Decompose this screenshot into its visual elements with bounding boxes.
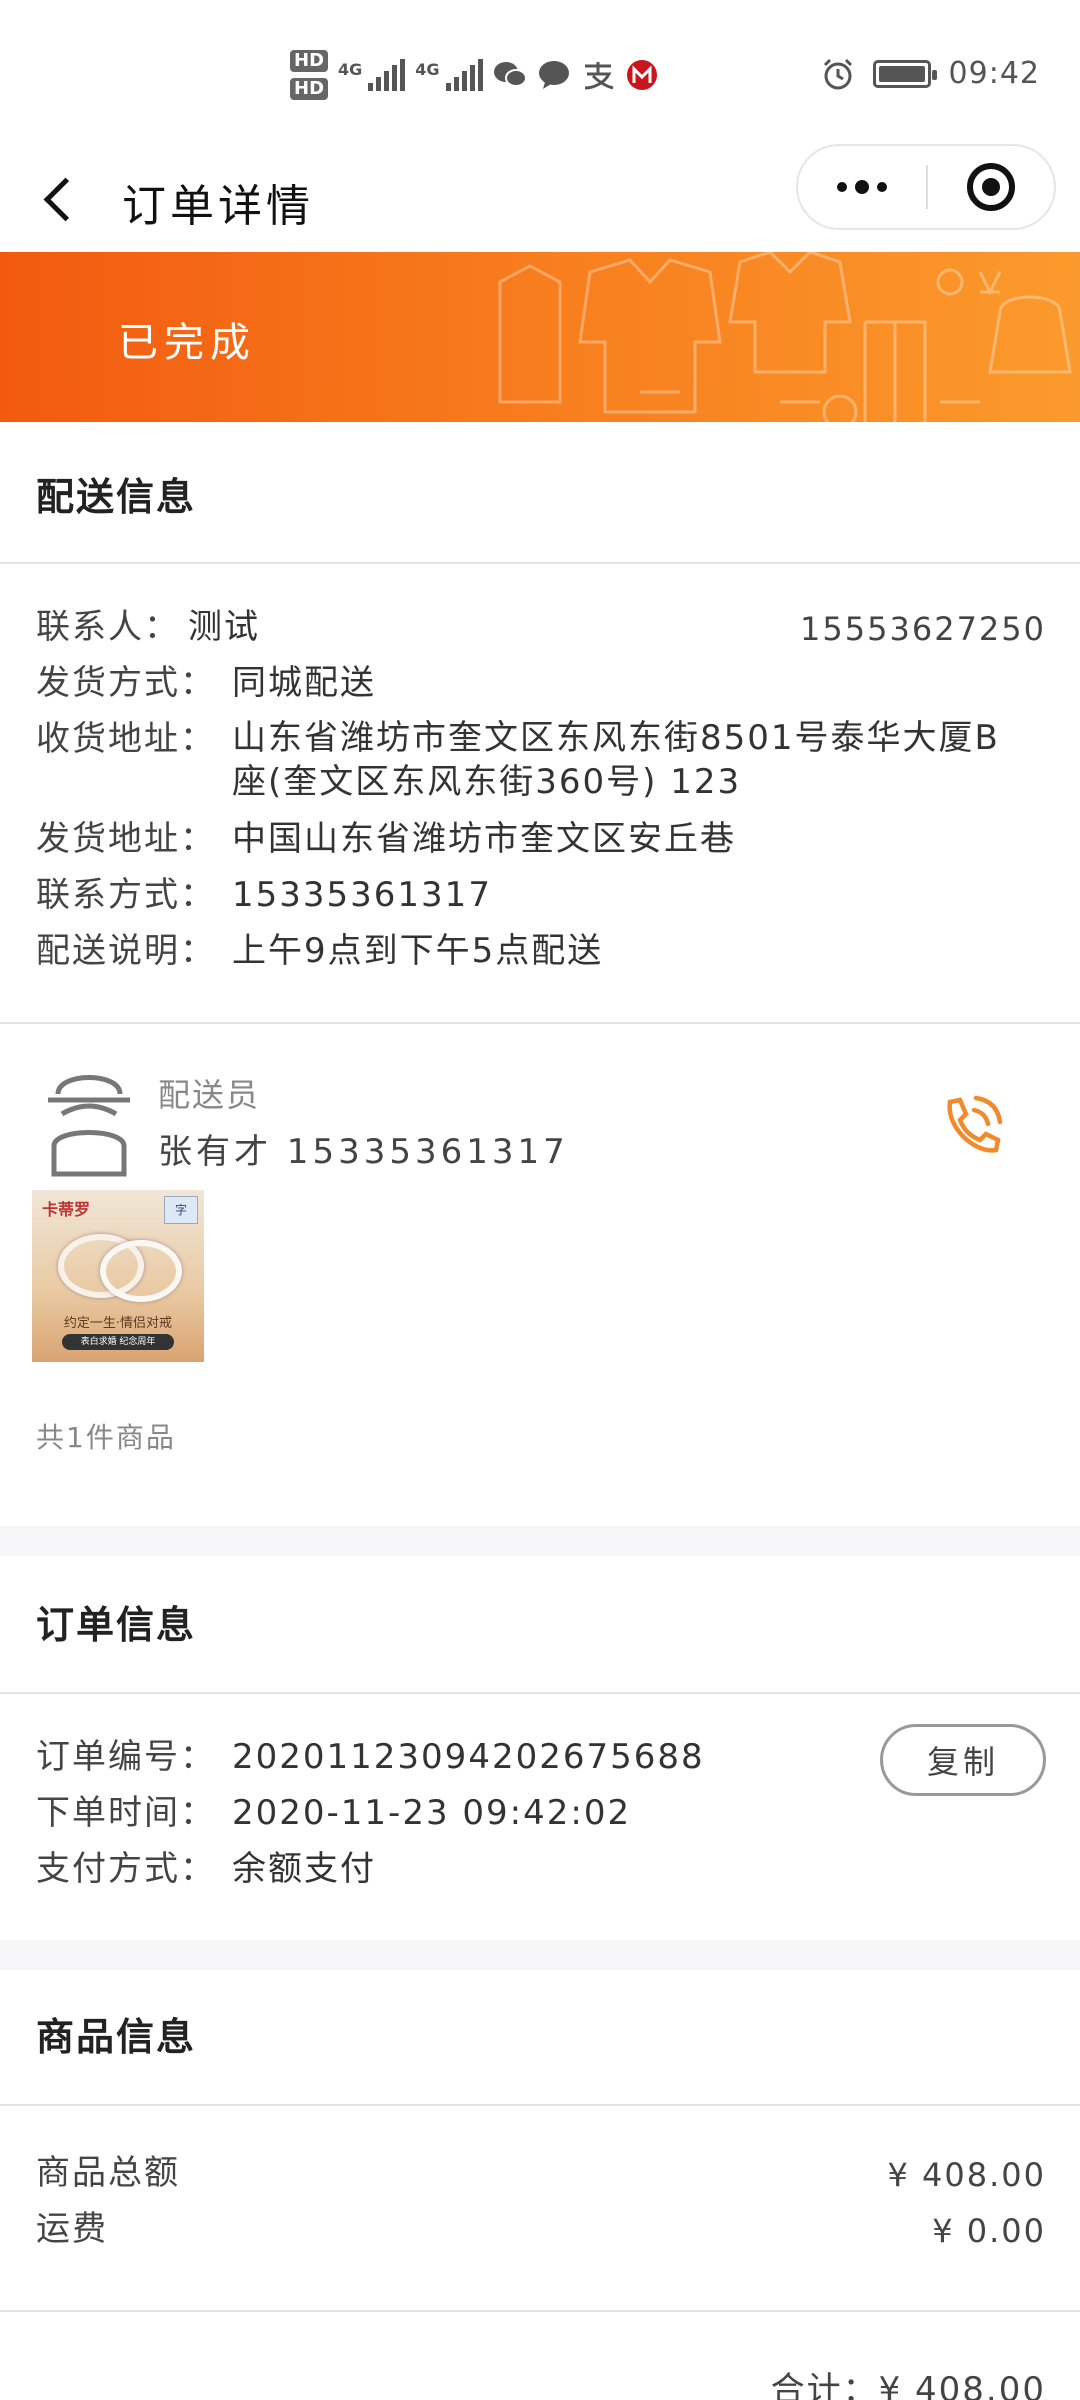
signal-icon xyxy=(368,59,406,91)
ring-image xyxy=(100,1240,182,1302)
goods-total-label: 商品总额 xyxy=(36,2153,180,2193)
order-time-value: 2020-11-23 09:42:02 xyxy=(232,1793,632,1833)
ship-method-label: 发货方式： xyxy=(36,663,216,703)
section-divider xyxy=(0,1022,1080,1024)
section-gap xyxy=(0,1526,1080,1556)
delivery-section-title: 配送信息 xyxy=(36,475,197,519)
order-total: 合计：¥ 408.00 xyxy=(770,2370,1046,2400)
clothing-pattern-decoration xyxy=(498,252,1072,422)
dot-icon xyxy=(837,182,847,192)
phone-call-icon[interactable] xyxy=(936,1092,1006,1162)
signal-icon xyxy=(445,59,483,91)
alarm-icon xyxy=(821,57,855,91)
contact-label: 联系人： xyxy=(36,607,180,647)
close-miniprogram-button[interactable] xyxy=(928,163,1054,211)
contact-row: 联系人： 测试 xyxy=(36,604,260,650)
send-addr-value: 中国山东省潍坊市奎文区安丘巷 xyxy=(232,819,736,859)
goods-total-value: ¥ 408.00 xyxy=(887,2156,1046,2194)
order-no-value: 20201123094202675688 xyxy=(232,1737,705,1777)
recv-addr-value: 山东省潍坊市奎文区东风东街8501号泰华大厦B 座(奎文区东风东街360号) 1… xyxy=(232,716,1032,804)
note-row: 配送说明： 上午9点到下午5点配送 xyxy=(36,928,603,974)
order-time-label: 下单时间： xyxy=(36,1793,216,1833)
goods-total-row: 商品总额 xyxy=(36,2150,180,2196)
clock: 09:42 xyxy=(948,56,1040,91)
recv-addr-row: 收货地址： xyxy=(36,716,232,762)
miniprogram-capsule xyxy=(796,144,1056,230)
order-section-title: 订单信息 xyxy=(36,1603,197,1647)
freight-row: 运费 xyxy=(36,2206,108,2252)
copy-button[interactable]: 复制 xyxy=(880,1724,1046,1796)
pay-method-label: 支付方式： xyxy=(36,1849,216,1889)
courier-label: 配送员 xyxy=(158,1076,261,1114)
pay-method-row: 支付方式： 余额支付 xyxy=(36,1846,376,1892)
back-button[interactable] xyxy=(36,174,86,226)
note-value: 上午9点到下午5点配送 xyxy=(232,931,604,971)
target-icon xyxy=(967,163,1015,211)
note-label: 配送说明： xyxy=(36,931,216,971)
thumb-badge: 字 xyxy=(164,1196,198,1224)
thumb-slogan: 约定一生·情侣对戒 xyxy=(63,1316,173,1331)
more-menu-button[interactable] xyxy=(798,146,926,228)
ship-method-value: 同城配送 xyxy=(232,663,376,703)
pay-method-value: 余额支付 xyxy=(232,1849,376,1889)
contact-phone[interactable]: 15553627250 xyxy=(800,610,1046,648)
hd-indicators: HD HD xyxy=(290,50,329,100)
status-banner: 已完成 xyxy=(0,252,1080,422)
goods-section-header: 商品信息 xyxy=(0,1970,1080,2106)
order-section-header: 订单信息 xyxy=(0,1556,1080,1694)
section-divider xyxy=(0,2310,1080,2312)
ship-method-row: 发货方式： 同城配送 xyxy=(36,660,376,706)
thumb-tag: 表白求婚 纪念周年 xyxy=(62,1334,174,1350)
page-title: 订单详情 xyxy=(122,181,314,232)
hd2-badge: HD xyxy=(290,78,329,100)
freight-label: 运费 xyxy=(36,2209,108,2249)
send-addr-label: 发货地址： xyxy=(36,819,216,859)
dot-icon xyxy=(877,182,887,192)
section-gap xyxy=(0,1940,1080,1970)
status-right: 09:42 xyxy=(821,56,1040,91)
network-type-1: 4G xyxy=(338,60,363,79)
recv-addr-line1: 山东省潍坊市奎文区东风东街8501号泰华大厦B xyxy=(232,718,1000,758)
message-icon xyxy=(537,58,571,92)
order-no-label: 订单编号： xyxy=(36,1737,216,1777)
thumb-brand: 卡蒂罗 xyxy=(42,1200,91,1219)
goods-count: 共1件商品 xyxy=(36,1421,176,1454)
contact-way-label: 联系方式： xyxy=(36,875,216,915)
contact-way-row: 联系方式： 15335361317 xyxy=(36,872,492,918)
goods-section-title: 商品信息 xyxy=(36,2015,197,2059)
dot-icon xyxy=(855,180,869,194)
recv-addr-line2: 座(奎文区东风东街360号) 123 xyxy=(232,762,742,802)
hd1-badge: HD xyxy=(290,50,329,72)
courier-name-phone: 张有才 15335361317 xyxy=(158,1132,569,1172)
status-bar: HD HD 4G 4G 09:42 xyxy=(0,0,1080,150)
delivery-section-header: 配送信息 xyxy=(0,422,1080,564)
contact-name: 测试 xyxy=(188,607,260,647)
wechat-icon xyxy=(493,58,527,92)
freight-value: ¥ 0.00 xyxy=(932,2212,1046,2250)
contact-way-value: 15335361317 xyxy=(232,875,492,915)
send-addr-row: 发货地址： 中国山东省潍坊市奎文区安丘巷 xyxy=(36,816,736,862)
battery-icon xyxy=(872,59,937,88)
network-type-2: 4G xyxy=(415,60,440,79)
order-no-row: 订单编号： 20201123094202675688 xyxy=(36,1734,705,1780)
order-status-label: 已完成 xyxy=(118,320,256,366)
order-time-row: 下单时间： 2020-11-23 09:42:02 xyxy=(36,1790,631,1836)
alipay-icon xyxy=(581,58,615,92)
status-left: HD HD 4G 4G xyxy=(290,50,659,100)
product-thumbnail[interactable]: 卡蒂罗 字 约定一生·情侣对戒 表白求婚 纪念周年 xyxy=(32,1190,204,1362)
recv-addr-label: 收货地址： xyxy=(36,719,216,759)
courier-avatar-icon xyxy=(48,1075,130,1177)
bank-icon xyxy=(625,58,659,92)
